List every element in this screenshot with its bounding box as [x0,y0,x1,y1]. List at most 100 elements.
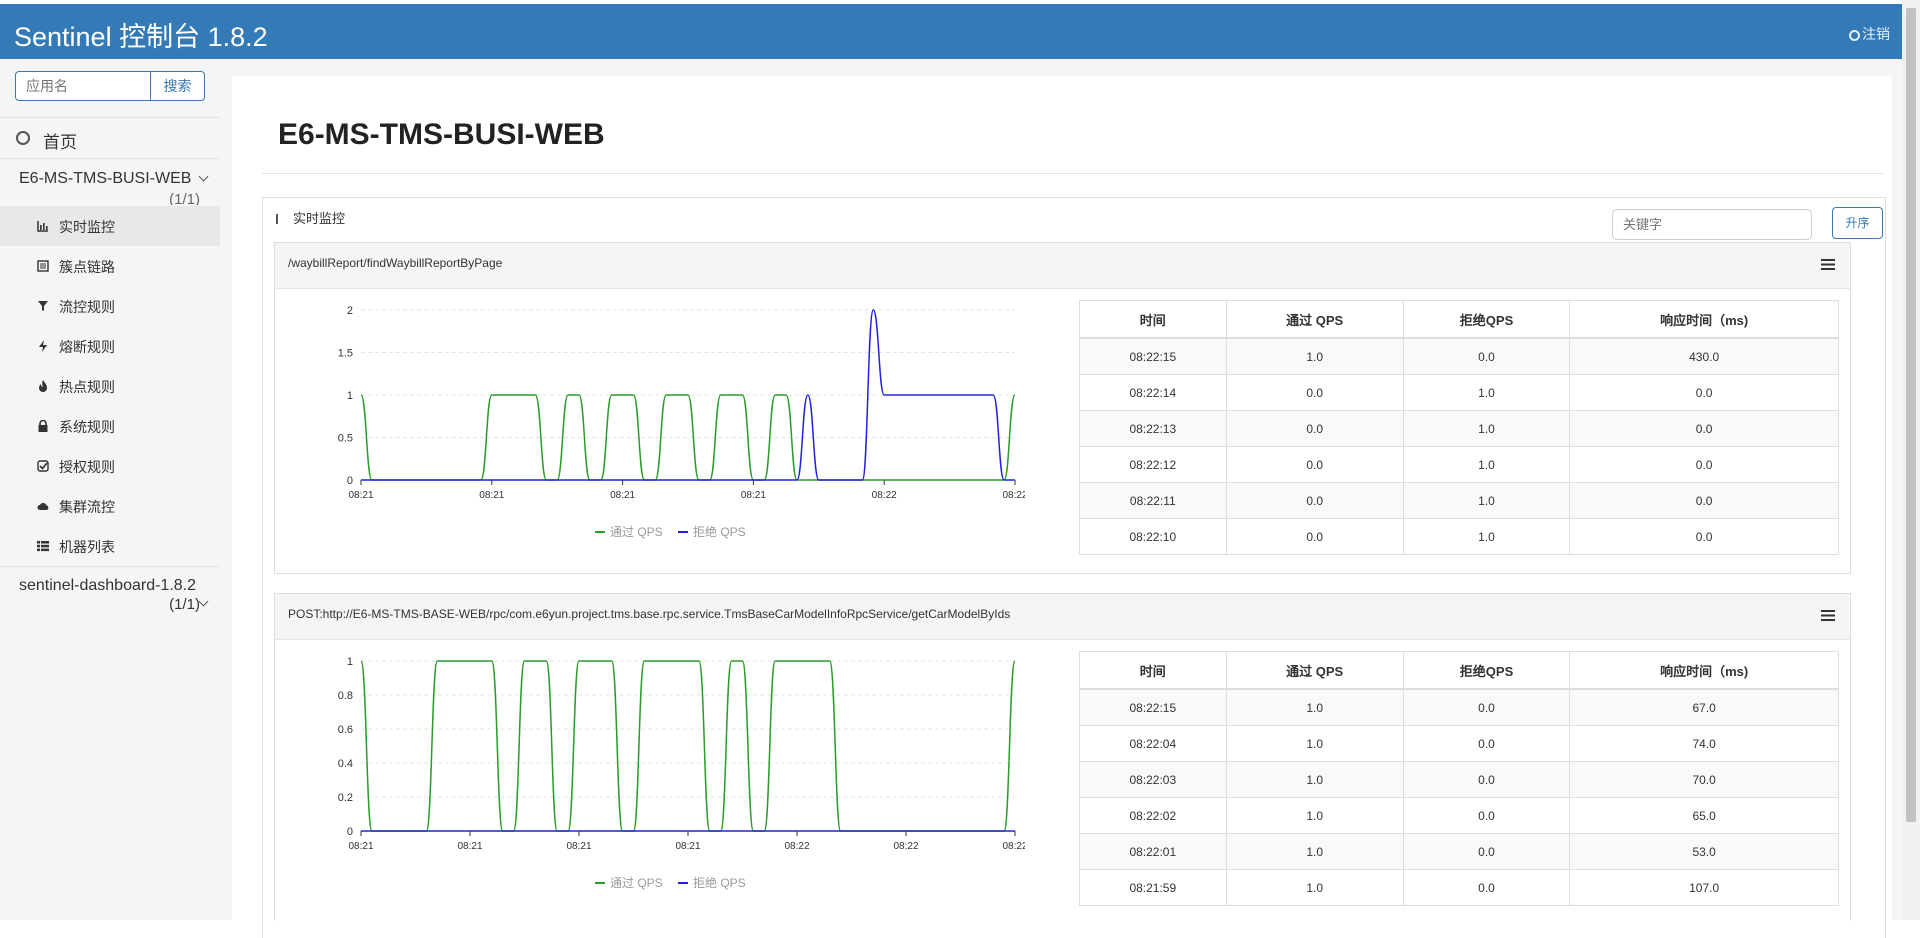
cell-pass: 1.0 [1225,337,1404,375]
sidebar-item-cluster-flow[interactable]: 集群流控 [0,486,220,526]
x-tick-label: 08:21 [348,490,373,501]
cell-pass: 0.0 [1225,374,1404,411]
menu-label: 集群流控 [59,499,115,515]
cell-block: 0.0 [1402,833,1571,870]
cell-block: 0.0 [1402,761,1571,798]
top-navbar: Sentinel 控制台 1.8.2 注销 [0,4,1902,59]
sidebar-item-home[interactable]: 首页 [0,117,220,159]
cell-block: 1.0 [1402,518,1571,555]
cell-time: 08:22:15 [1079,688,1227,726]
col-block-qps: 拒绝QPS [1402,300,1571,339]
cell-pass: 1.0 [1225,725,1404,762]
col-rt: 响应时间（ms) [1569,651,1839,690]
cell-rt: 0.0 [1569,482,1839,519]
dashboard-icon [16,131,30,145]
x-tick-label: 08:21 [566,841,591,852]
cell-time: 08:22:01 [1079,833,1227,870]
app-title[interactable]: Sentinel 控制台 1.8.2 [14,15,268,54]
col-time: 时间 [1079,651,1227,690]
logout-icon [1849,30,1860,41]
menu-icon[interactable] [1821,259,1835,270]
logout-link[interactable]: 注销 [1849,24,1890,44]
search-button[interactable]: 搜索 [150,71,205,101]
app-search: 搜索 [15,71,205,101]
menu-icon[interactable] [1821,610,1835,621]
cell-time: 08:22:11 [1079,482,1227,519]
cell-pass: 1.0 [1225,761,1404,798]
app-group-sentinel-dashboard[interactable]: sentinel-dashboard-1.8.2 (1/1) [0,566,220,617]
y-tick-label: 0.6 [338,724,353,736]
sidebar-item-degrade-rules[interactable]: 熔断规则 [0,326,220,366]
cell-time: 08:22:04 [1079,725,1227,762]
cell-block: 0.0 [1402,337,1571,375]
x-tick-label: 08:21 [348,841,373,852]
table-row: 08:21:59 1.0 0.0 107.0 [1079,869,1839,906]
resource-card: /waybillReport/findWaybillReportByPage 0… [274,242,1851,574]
cell-rt: 70.0 [1569,761,1839,798]
sidebar-item-flow-rules[interactable]: 流控规则 [0,286,220,326]
cell-rt: 107.0 [1569,869,1839,906]
cell-pass: 0.0 [1225,482,1404,519]
table-row: 08:22:15 1.0 0.0 430.0 [1079,337,1839,375]
x-tick-label: 08:21 [457,841,482,852]
x-tick-label: 08:22 [893,841,918,852]
legend-label: 拒绝 QPS [693,524,746,539]
y-tick-label: 1.5 [338,348,353,360]
legend-label: 拒绝 QPS [693,875,746,890]
app-group-busi-web[interactable]: E6-MS-TMS-BUSI-WEB (1/1) [0,159,220,206]
y-tick-label: 0.2 [338,792,353,804]
fire-icon [39,380,47,392]
cell-pass: 0.0 [1225,410,1404,447]
sort-asc-button[interactable]: 升序 [1832,207,1883,239]
legend-label: 通过 QPS [610,525,663,539]
cell-rt: 74.0 [1569,725,1839,762]
table-header-row: 时间 通过 QPS 拒绝QPS 响应时间（ms) [1079,651,1839,690]
menu-label: 熔断规则 [59,339,115,355]
table-row: 08:22:15 1.0 0.0 67.0 [1079,688,1839,726]
sidebar-item-realtime-monitor[interactable]: 实时监控 [0,206,220,246]
col-block-qps: 拒绝QPS [1402,651,1571,690]
menu-label: 实时监控 [59,219,115,235]
app-count: (1/1) [169,596,200,613]
divider [262,173,1884,174]
sidebar-item-system-rules[interactable]: 系统规则 [0,406,220,446]
table-row: 08:22:03 1.0 0.0 70.0 [1079,761,1839,798]
menu-label: 机器列表 [59,539,115,555]
cell-block: 0.0 [1402,869,1571,906]
card-header: /waybillReport/findWaybillReportByPage [275,243,1850,289]
page-scrollbar[interactable] [1902,0,1920,920]
home-label: 首页 [43,133,77,152]
app-name: E6-MS-TMS-BUSI-WEB [19,170,192,187]
col-rt: 响应时间（ms) [1569,300,1839,339]
flash-icon [39,340,47,352]
cell-block: 0.0 [1402,688,1571,726]
y-tick-label: 0 [347,475,353,487]
cell-rt: 65.0 [1569,797,1839,834]
cell-block: 1.0 [1402,482,1571,519]
menu-label: 簇点链路 [59,259,115,275]
sidebar-item-machine-list[interactable]: 机器列表 [0,526,220,566]
table-row: 08:22:12 0.0 1.0 0.0 [1079,446,1839,483]
table-row: 08:22:01 1.0 0.0 53.0 [1079,833,1839,870]
app-search-input[interactable] [15,71,151,101]
cell-time: 08:22:10 [1079,518,1227,555]
chevron-down-icon [198,596,209,607]
table-row: 08:22:04 1.0 0.0 74.0 [1079,725,1839,762]
resource-card: POST:http://E6-MS-TMS-BASE-WEB/rpc/com.e… [274,593,1851,921]
sidebar-item-authority-rules[interactable]: 授权规则 [0,446,220,486]
cell-block: 1.0 [1402,374,1571,411]
menu-label: 授权规则 [59,459,115,475]
sidebar-item-param-flow-rules[interactable]: 热点规则 [0,366,220,406]
scrollbar-thumb[interactable] [1906,8,1916,822]
cell-rt: 0.0 [1569,446,1839,483]
qps-chart: 0 0.2 0.4 0.6 0.8 1 08:21 08:21 08:21 08:21 08:22 0… [338,656,1025,890]
x-tick-label: 08:22 [872,490,897,501]
cell-rt: 53.0 [1569,833,1839,870]
cell-pass: 1.0 [1225,869,1404,906]
cell-rt: 430.0 [1569,337,1839,375]
resource-name: POST:http://E6-MS-TMS-BASE-WEB/rpc/com.e… [288,607,1011,621]
cell-block: 1.0 [1402,446,1571,483]
keyword-input[interactable] [1612,209,1812,240]
sidebar-item-cluster-point-link[interactable]: 簇点链路 [0,246,220,286]
cell-time: 08:22:13 [1079,410,1227,447]
